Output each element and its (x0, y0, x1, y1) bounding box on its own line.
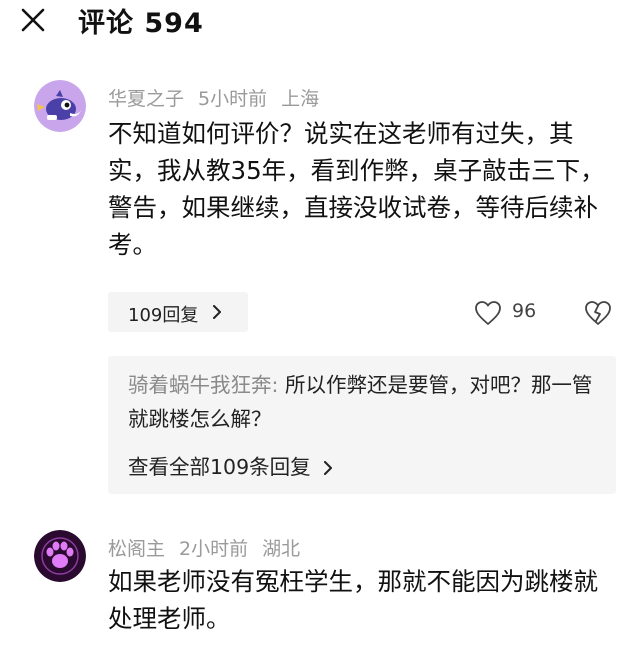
comment-meta: 松阁主 2小时前 湖北 (108, 534, 314, 561)
view-all-replies-label: 查看全部109条回复 (128, 455, 311, 479)
replies-button[interactable]: 109回复 (108, 292, 248, 332)
avatar[interactable] (34, 530, 86, 582)
avatar-paw-icon (34, 530, 86, 582)
replies-button-label: 109回复 (128, 305, 199, 326)
comment-username[interactable]: 华夏之子 (108, 88, 184, 110)
heart-icon[interactable] (474, 300, 502, 326)
chevron-right-icon (324, 461, 333, 475)
like-count: 96 (512, 300, 537, 322)
comment-location: 湖北 (262, 538, 301, 560)
comment-meta: 华夏之子 5小时前 上海 (108, 84, 333, 111)
comment-text: 如果老师没有冤枉学生，那就不能因为跳楼就处理老师。 (108, 567, 598, 633)
close-icon[interactable] (18, 5, 48, 35)
comment-time: 5小时前 (198, 88, 268, 110)
view-all-replies-link[interactable]: 查看全部109条回复 (128, 450, 333, 480)
comment-text: 不知道如何评价？说实在这老师有过失，其实，我从教35年，看到作弊，桌子敲击三下，… (108, 119, 605, 259)
avatar[interactable] (34, 80, 86, 132)
comment-username[interactable]: 松阁主 (108, 538, 165, 560)
avatar-bird-icon (34, 80, 86, 132)
chevron-right-icon (213, 305, 221, 319)
broken-heart-icon[interactable] (584, 300, 612, 326)
page-title: 评论 594 (78, 8, 204, 39)
reply-author[interactable]: 骑着蜗牛我狂奔: (128, 373, 278, 397)
header: 评论 594 (0, 0, 640, 44)
reply-preview-content: 骑着蜗牛我狂奔: 所以作弊还是要管，对吧？那一管就跳楼怎么解？ (128, 368, 602, 436)
reply-preview: 骑着蜗牛我狂奔: 所以作弊还是要管，对吧？那一管就跳楼怎么解？ 查看全部109条… (108, 356, 616, 494)
comment-location: 上海 (281, 88, 320, 110)
comment-time: 2小时前 (179, 538, 249, 560)
